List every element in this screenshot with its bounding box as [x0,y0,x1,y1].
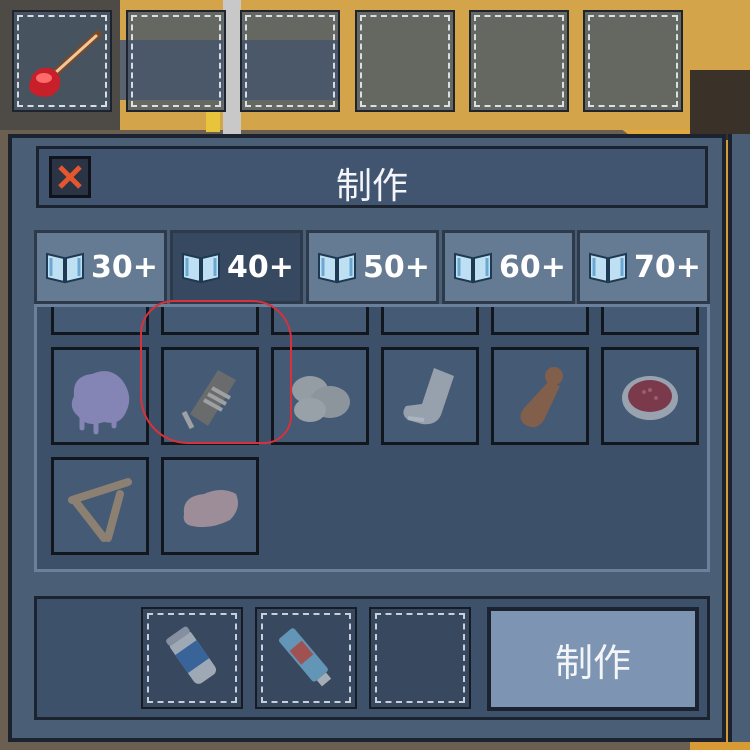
book-icon [46,252,85,284]
side-panel [728,134,750,742]
hotbar-slot-6[interactable] [583,10,683,112]
tab-70[interactable]: 70+ [577,230,710,304]
tab-label: 30+ [91,249,158,285]
recipe-slot[interactable] [601,307,699,335]
recipe-grid[interactable] [34,304,710,572]
recipe-slot-washboard[interactable] [161,347,259,445]
recipe-slot-soap-rock[interactable] [271,347,369,445]
book-icon [454,252,493,284]
ingredient-slot-3[interactable] [369,607,471,709]
ingredient-bar: 制作 [34,596,710,720]
dough-icon [183,490,238,528]
book-icon [182,252,221,284]
recipe-slot[interactable] [271,307,369,335]
toothpaste-icon [278,628,332,687]
tab-label: 70+ [634,249,701,285]
washboard-icon [181,370,236,430]
recipe-slot-dough[interactable] [161,457,259,555]
recipe-slot[interactable] [381,307,479,335]
recipe-slot[interactable] [51,307,149,335]
page-title: 制作 [335,166,408,207]
soap-rock-icon [292,376,350,422]
hotbar-slot-4[interactable] [355,10,455,112]
craft-panel: 制作 30+ 40+ 50+ 60+ 70+ 制作 [8,134,726,742]
book-icon [589,252,628,284]
caution-stripe [206,112,220,132]
pepper-grinder-icon [520,367,563,428]
hotbar-slot-5[interactable] [469,10,569,112]
recipe-slot[interactable] [161,307,259,335]
ingredient-slot-1[interactable] [141,607,243,709]
tab-label: 60+ [499,249,566,285]
book-icon [318,252,357,284]
tab-60[interactable]: 60+ [442,230,575,304]
craft-panel-header: 制作 [36,146,708,208]
tab-30[interactable]: 30+ [34,230,167,304]
sock-icon [403,368,454,425]
recipe-slot-red-bowl[interactable] [601,347,699,445]
tab-50[interactable]: 50+ [306,230,439,304]
wooden-frame-icon [68,478,132,542]
red-bowl-icon [622,376,678,420]
level-tabs: 30+ 40+ 50+ 60+ 70+ [34,230,710,304]
recipe-slot-purple-goo[interactable] [51,347,149,445]
hotbar-slot-1[interactable] [12,10,112,112]
hotbar-slot-2[interactable] [126,10,226,112]
talcum-powder-icon [166,626,217,684]
wall-segment [690,70,750,140]
ingredient-slot-2[interactable] [255,607,357,709]
hotbar-slot-3[interactable] [240,10,340,112]
recipe-slot[interactable] [491,307,589,335]
tab-label: 50+ [363,249,430,285]
tab-40[interactable]: 40+ [170,230,303,304]
craft-button[interactable]: 制作 [487,607,699,711]
purple-goo-icon [71,371,130,435]
recipe-slot-sock[interactable] [381,347,479,445]
tab-label: 40+ [227,249,294,285]
recipe-slot-pepper-grinder[interactable] [491,347,589,445]
recipe-slot-wooden-frame[interactable] [51,457,149,555]
plunger-icon [29,30,102,97]
